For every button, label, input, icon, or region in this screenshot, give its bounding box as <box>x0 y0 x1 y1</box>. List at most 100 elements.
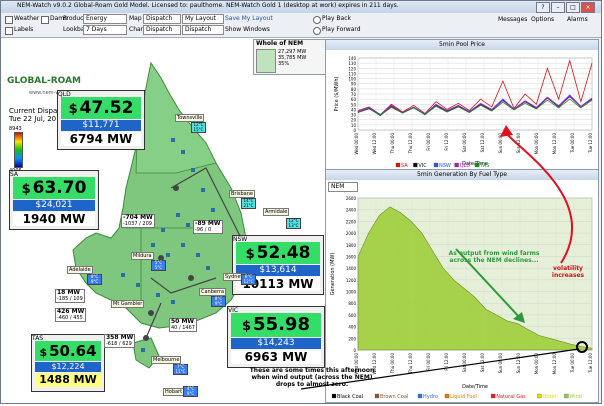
legend-swatch-black-coal <box>331 393 337 399</box>
y-tick-label: 800 <box>348 301 356 306</box>
charts-select[interactable]: Dispatch <box>143 25 181 35</box>
x-tick-label: Mon 12:00 <box>552 133 557 155</box>
product-select[interactable]: Energy <box>83 14 127 24</box>
y-tick-label: 2200 <box>346 219 357 224</box>
playforward-label: Play Forward <box>322 26 361 33</box>
alarms-button[interactable]: Alarms <box>567 16 588 23</box>
city-brisbane[interactable]: Brisbane <box>229 190 255 198</box>
region-sa[interactable]: SA $63.70 $24,021 1940 MW <box>9 170 99 230</box>
labels-checkbox[interactable] <box>5 27 13 35</box>
flow-murraylink: 18 MW -185 / 109 <box>55 289 85 303</box>
help-button[interactable]: ? <box>536 2 550 13</box>
x-tick-label: Fri 12:00 <box>444 133 449 151</box>
whole-nem-title: Whole of NEM <box>256 40 304 47</box>
dams-checkbox[interactable] <box>41 16 49 24</box>
sa-subprice: $24,021 <box>13 200 95 211</box>
legend-swatch-hydro <box>417 393 423 399</box>
lookback-select[interactable]: 7 Days <box>83 25 127 35</box>
charts2-select[interactable]: Dispatch <box>182 25 224 35</box>
y-tick-label: 30 <box>351 113 357 118</box>
x-tick-label: Sat 00:00 <box>462 133 467 153</box>
y-tick-label: 2600 <box>346 196 357 201</box>
labels-label: Labels <box>14 26 34 33</box>
city-melbourne[interactable]: Melbourne <box>151 356 182 364</box>
dollar-icon: $ <box>242 319 252 334</box>
x-tick-label: Sun 00:00 <box>498 133 503 154</box>
legend-swatch-vic <box>413 162 418 168</box>
playback-radio[interactable] <box>313 16 321 24</box>
x-tick-label: Mon 00:00 <box>534 353 539 375</box>
x-tick-label: Tue 12:00 <box>588 353 593 374</box>
dollar-icon: $ <box>39 346 48 359</box>
x-tick-label: Sun 00:00 <box>498 353 503 374</box>
tas-price: 50.64 <box>49 342 97 360</box>
region-select[interactable]: NEM <box>328 182 358 192</box>
x-tick-label: Thu 00:00 <box>390 353 395 375</box>
city-hobart[interactable]: Hobart <box>163 388 185 396</box>
legend-swatch-brown-coal <box>374 393 380 399</box>
legend-swatch-liquid-fuel <box>444 393 450 399</box>
weather-label: Weather <box>14 15 40 22</box>
y-tick-label: 120 <box>348 66 356 71</box>
temp-melbourne: 7°C 11°C <box>173 364 188 375</box>
city-armidale[interactable]: Armidale <box>263 208 290 216</box>
y-tick-label: 130 <box>348 61 356 66</box>
region-nsw[interactable]: NSW $52.48 $13,614 10113 MW <box>232 235 324 295</box>
sa-mw: 1940 MW <box>13 212 95 226</box>
y-tick-label: 2400 <box>346 208 357 213</box>
maximize-button[interactable]: □ <box>566 2 580 13</box>
map-select[interactable]: Dispatch <box>143 14 181 24</box>
x-tick-label: Sat 12:00 <box>480 353 485 373</box>
city-townsville[interactable]: Townsville <box>175 114 205 122</box>
weather-checkbox[interactable] <box>5 16 13 24</box>
options-button[interactable]: Options <box>531 16 554 23</box>
y-tick-label: 90 <box>351 82 357 87</box>
whole-nem-panel[interactable]: Whole of NEM 27,297 MW 35,785 MW 35% <box>253 39 327 75</box>
toolbar: Weather Labels Dams Product Energy Lookb… <box>1 13 601 38</box>
show-windows-button[interactable]: Show Windows <box>225 26 270 33</box>
x-tick-label: Thu 12:00 <box>408 353 413 375</box>
messages-button[interactable]: Messages <box>498 16 527 23</box>
minimize-button[interactable]: – <box>551 2 565 13</box>
temp-brisbane: 14°C 21°C <box>241 198 256 209</box>
y-tick-label: 40 <box>351 107 357 112</box>
temp-canberra: 8°C 9°C <box>211 296 226 307</box>
nem-thumbnail <box>256 49 276 73</box>
window-title: NEM-Watch v9.0.2 Global-Roam Gold Model.… <box>17 2 399 9</box>
annotation-zero: These are some times this afternoon when… <box>249 367 375 388</box>
annotation-wind: As output from wind farms across the NEM… <box>448 250 540 264</box>
map-label: Map <box>129 15 142 22</box>
playforward-radio[interactable] <box>313 27 321 35</box>
x-tick-label: Mon 12:00 <box>552 353 557 375</box>
legend-label-black-coal: Black Coal <box>337 394 363 400</box>
region-tas[interactable]: TAS $50.64 $12,224 1488 MW <box>31 334 105 392</box>
x-tick-label: Sun 12:00 <box>516 353 521 374</box>
vic-mw: 6963 MW <box>231 350 321 364</box>
y-tick-label: 400 <box>348 325 356 330</box>
flow-basslink: 358 MW -618 / 629 <box>104 334 136 348</box>
x-tick-label: Tue 00:00 <box>570 353 575 374</box>
region-vic[interactable]: VIC $55.98 $14,243 6963 MW <box>227 306 325 368</box>
y-tick-label: 0 <box>353 128 356 133</box>
legend-label-brown-coal: Brown Coal <box>380 394 408 400</box>
region-qld[interactable]: QLD $47.52 $11,771 6794 MW <box>57 90 145 150</box>
flow-heywood: 426 MW -460 / 455 <box>55 308 87 322</box>
temp-townsville: 12°C 15°C <box>191 122 206 133</box>
city-canberra[interactable]: Canberra <box>199 288 227 296</box>
y-tick-label: 10 <box>351 123 357 128</box>
generation-chart-title: 5min Generation By Fuel Type <box>326 170 598 180</box>
city-adelaide[interactable]: Adelaide <box>67 266 93 274</box>
dollar-icon: $ <box>245 247 255 262</box>
annotation-volatility: volatility increases <box>551 265 585 279</box>
city-mtgambier[interactable]: Mt Gambier <box>111 300 145 308</box>
close-button[interactable]: × <box>581 2 595 13</box>
y-axis-label: Generation (MW) <box>330 253 336 296</box>
save-layout-button[interactable]: Save My Layout <box>225 15 273 22</box>
legend-swatch-sa <box>395 162 401 168</box>
map-area: GLOBAL-ROAM www.nem-watch.info Current D… <box>1 38 331 403</box>
layout-select[interactable]: My Layout <box>182 14 224 24</box>
x-tick-label: Tue 12:00 <box>588 133 593 154</box>
qld-mw: 6794 MW <box>61 132 141 146</box>
city-mildura[interactable]: Mildura <box>131 252 154 260</box>
legend-swatch-other <box>537 393 542 399</box>
